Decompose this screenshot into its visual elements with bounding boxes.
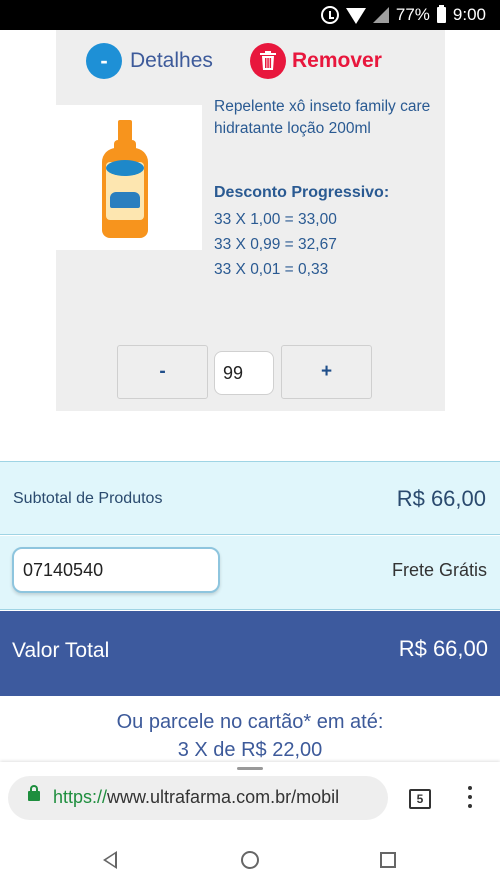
product-name[interactable]: Repelente xô inseto family care hidratan… (214, 96, 439, 140)
shipping-row: 07140540 Frete Grátis (0, 536, 500, 610)
recent-apps-icon[interactable] (380, 852, 396, 868)
signal-icon (372, 7, 389, 23)
subtotal-row: Subtotal de Produtos R$ 66,00 (0, 461, 500, 535)
lock-icon (28, 785, 40, 801)
details-button[interactable]: - Detalhes (86, 43, 213, 79)
url-bar[interactable]: https://www.ultrafarma.com.br/mobil (8, 776, 388, 820)
remove-label: Remover (292, 49, 382, 72)
installment-line: Ou parcele no cartão* em até: (116, 711, 384, 733)
menu-icon[interactable] (462, 786, 478, 812)
alarm-icon (320, 6, 339, 24)
discount-line: 33 X 1,00 = 33,00 (214, 211, 337, 228)
remove-button[interactable]: Remover (250, 43, 382, 79)
discount-lines: 33 X 1,00 = 33,00 33 X 0,99 = 32,67 33 X… (214, 207, 337, 282)
clock: 9:00 (452, 5, 486, 24)
url-scheme: https:// (53, 787, 108, 807)
total-value: R$ 66,00 (398, 636, 488, 661)
tab-switcher-button[interactable]: 5 (409, 789, 431, 809)
collapse-icon: - (86, 43, 122, 79)
wifi-icon (345, 8, 366, 24)
battery-percent: 77% (395, 5, 430, 24)
drag-handle[interactable] (237, 767, 263, 770)
repellent-bottle-image (100, 120, 150, 238)
cep-input[interactable]: 07140540 (12, 547, 220, 593)
status-bar: 77% 9:00 (0, 0, 500, 30)
url-host: www.ultrafarma.com.br/mobil (107, 787, 340, 807)
details-label: Detalhes (130, 49, 213, 72)
discount-title: Desconto Progressivo: (214, 184, 390, 201)
back-icon[interactable] (103, 851, 117, 869)
total-row: Valor Total R$ 66,00 (0, 611, 500, 696)
home-icon[interactable] (241, 851, 259, 869)
status-icons: 77% 9:00 (320, 0, 486, 30)
shipping-label: Frete Grátis (391, 560, 487, 580)
battery-icon (436, 5, 446, 23)
quantity-increase-button[interactable]: + (281, 345, 372, 399)
subtotal-value: R$ 66,00 (396, 486, 486, 511)
android-nav-bar (0, 834, 500, 889)
quantity-input[interactable]: 99 (214, 351, 274, 395)
product-image (56, 105, 202, 250)
installment-info: Ou parcele no cartão* em até: 3 X de R$ … (0, 708, 500, 764)
installment-line: 3 X de R$ 22,00 (177, 739, 323, 761)
discount-line: 33 X 0,99 = 32,67 (214, 236, 337, 253)
quantity-decrease-button[interactable]: - (117, 345, 208, 399)
browser-toolbar: https://www.ultrafarma.com.br/mobil 5 (0, 762, 500, 834)
discount-line: 33 X 0,01 = 0,33 (214, 261, 329, 278)
trash-icon (250, 43, 286, 79)
total-label: Valor Total (12, 639, 110, 662)
screen: 77% 9:00 - Detalhes Remover Repelente xô… (0, 0, 500, 889)
url-text: https://www.ultrafarma.com.br/mobil (53, 787, 339, 808)
subtotal-label: Subtotal de Produtos (13, 490, 163, 507)
